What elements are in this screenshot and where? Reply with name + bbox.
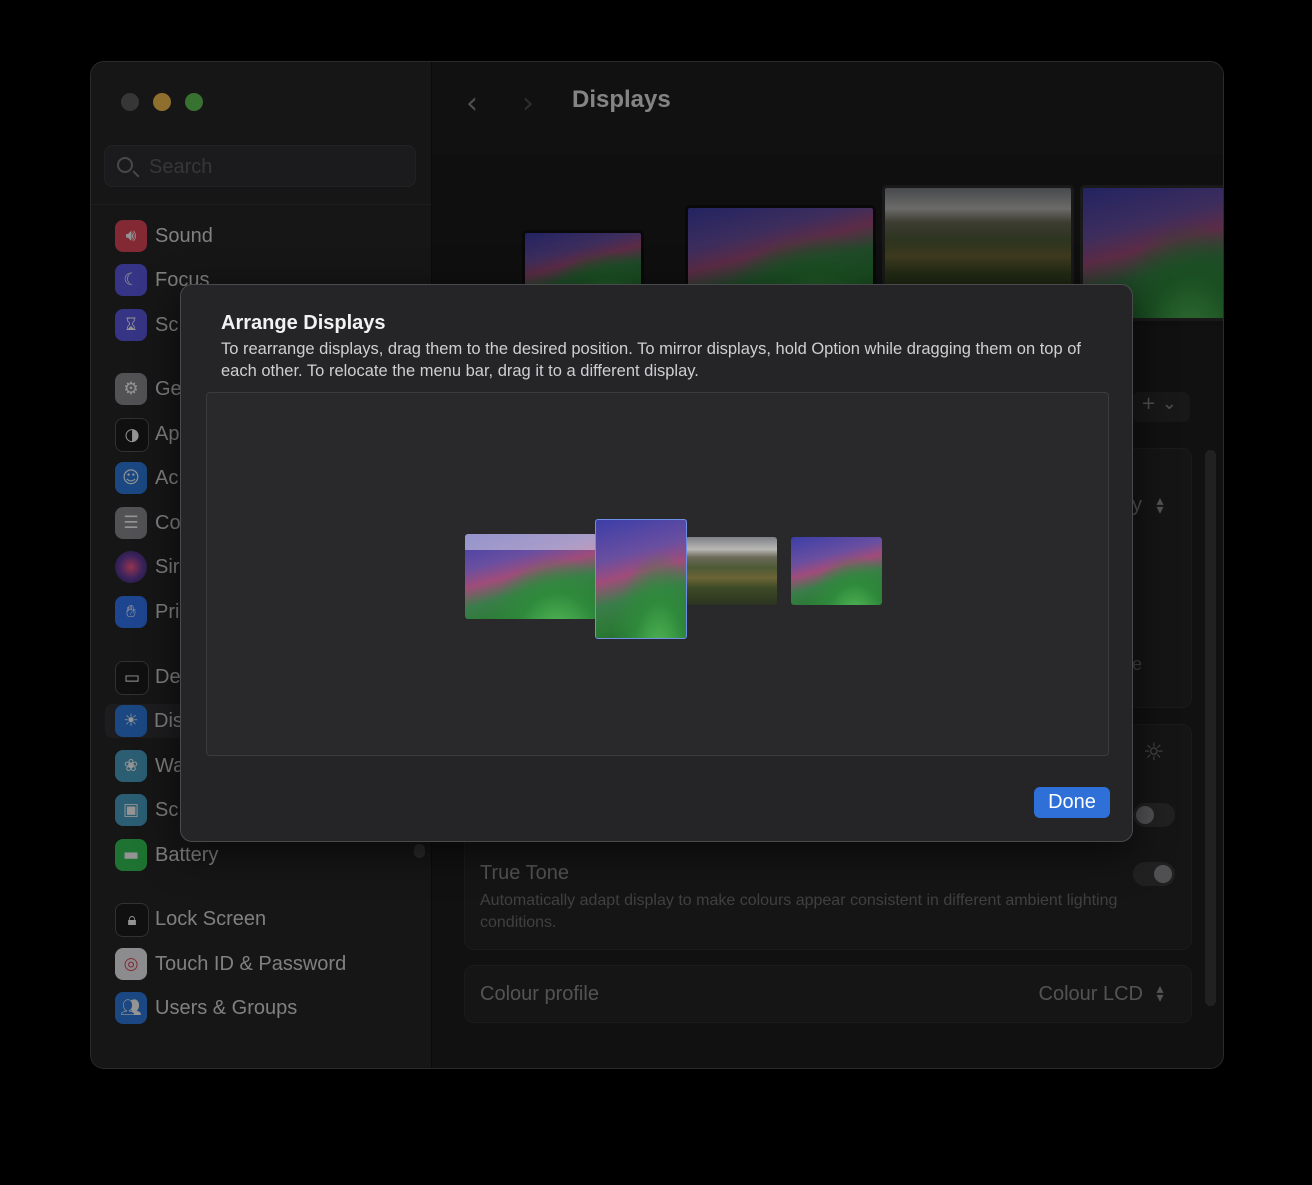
arrange-displays-dialog: Arrange Displays To rearrange displays, … — [180, 284, 1133, 842]
arrange-display-3[interactable] — [685, 537, 777, 605]
dialog-description: To rearrange displays, drag them to the … — [221, 340, 1081, 380]
arrange-display-4[interactable] — [791, 537, 882, 605]
display-arrangement-area — [206, 392, 1109, 756]
dialog-title: Arrange Displays — [221, 312, 386, 334]
arrange-display-2[interactable] — [595, 519, 687, 639]
done-button[interactable]: Done — [1034, 787, 1110, 818]
arrange-display-main[interactable] — [465, 534, 597, 619]
